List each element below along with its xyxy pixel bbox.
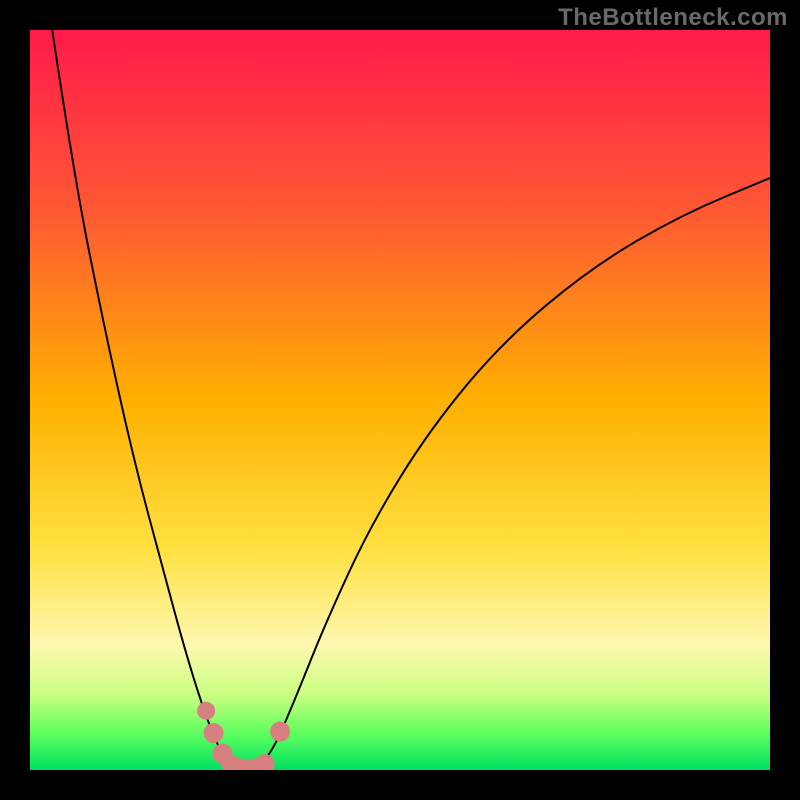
chart-background [30,30,770,770]
marker-right-1 [270,722,290,742]
marker-left-1 [197,702,215,720]
watermark-text: TheBottleneck.com [558,4,788,32]
bottleneck-chart [30,30,770,770]
marker-left-2 [204,723,224,743]
chart-frame: TheBottleneck.com [0,0,800,800]
